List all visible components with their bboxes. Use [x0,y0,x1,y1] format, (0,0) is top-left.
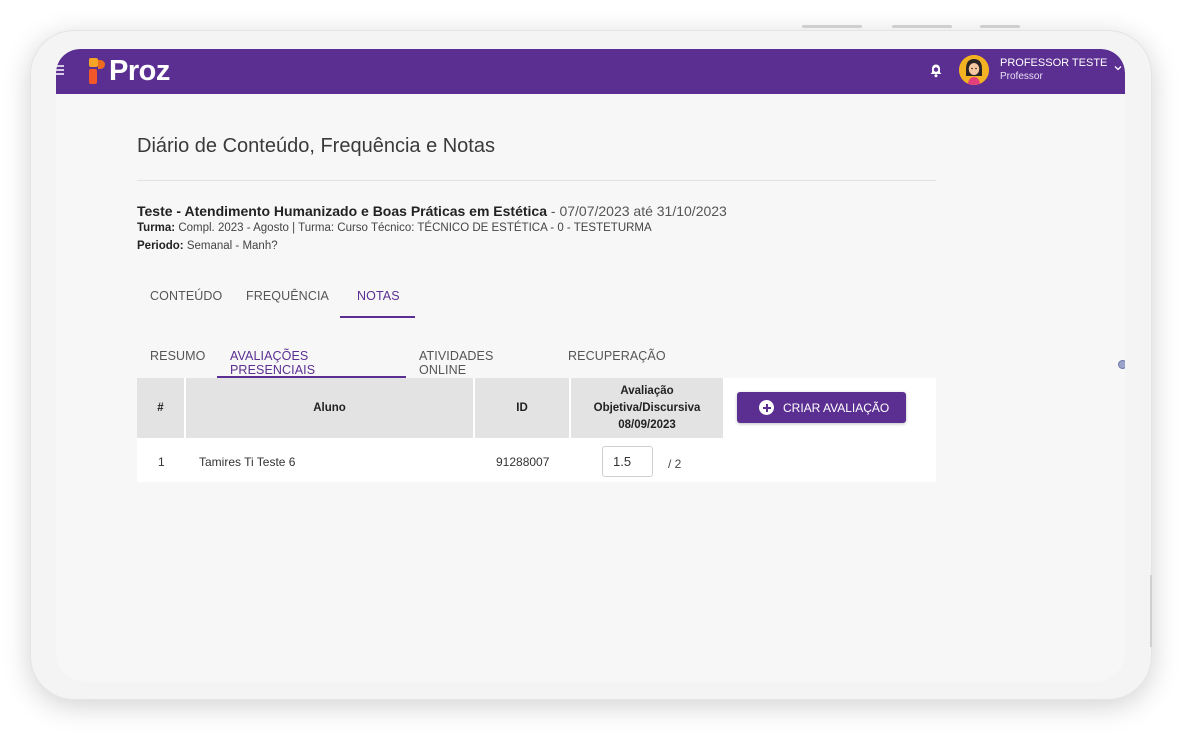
create-evaluation-button[interactable]: CRIAR AVALIAÇÃO [737,392,906,423]
brand-name: Proz [109,54,170,87]
tab-atividades-online[interactable]: ATIVIDADES ONLINE [406,341,555,378]
turma-label: Turma: [137,222,176,234]
bell-icon[interactable] [929,63,943,78]
tab-resumo[interactable]: RESUMO [137,341,217,378]
column-header-aluno: Aluno [186,378,475,438]
logo-mark-icon [89,58,105,84]
row-aluno: Tamires Ti Teste 6 [199,455,296,469]
avaliacao-type: Objetiva/Discursiva [593,401,701,414]
course-title: Teste - Atendimento Humanizado e Boas Pr… [137,203,727,219]
user-avatar-icon [959,55,989,85]
user-name: PROFESSOR TESTE [1000,57,1108,69]
avatar[interactable] [959,55,989,85]
turma-info: Turma: Compl. 2023 - Agosto | Turma: Cur… [137,222,652,234]
row-id: 91288007 [496,455,550,469]
tab-notas[interactable]: NOTAS [340,281,415,318]
turma-value: Compl. 2023 - Agosto | Turma: Curso Técn… [178,222,652,234]
column-header-avaliacao: Avaliação Objetiva/Discursiva 08/09/2023 [571,378,723,438]
periodo-value: Semanal - Manh? [186,240,278,252]
table-row: 1 Tamires Ti Teste 6 91288007 1.5 / 2 [137,438,936,482]
plus-circle-icon [759,400,774,415]
menu-icon[interactable] [56,65,64,75]
avaliacao-date: 08/09/2023 [618,418,676,431]
main-tabs: CONTEÚDO FREQUÊNCIA NOTAS [137,281,415,318]
user-role: Professor [1000,71,1043,82]
create-evaluation-label: CRIAR AVALIAÇÃO [783,400,890,415]
decorative-line [802,25,862,28]
scroll-indicator[interactable] [1118,360,1125,369]
periodo-label: Periodo: [137,240,184,252]
user-menu[interactable]: PROFESSOR TESTE Professor [1000,56,1107,84]
proz-logo[interactable]: Proz [89,53,170,89]
column-header-id: ID [475,378,571,438]
page-title: Diário de Conteúdo, Frequência e Notas [137,135,495,157]
tab-frequencia[interactable]: FREQUÊNCIA [233,281,340,318]
decorative-line [892,25,952,28]
course-dates: - 07/07/2023 até 31/10/2023 [547,203,727,219]
decorative-line [980,25,1020,28]
tab-avaliacoes-presenciais[interactable]: AVALIAÇÕES PRESENCIAIS [217,341,406,378]
row-num: 1 [158,455,165,469]
tab-recuperacao[interactable]: RECUPERAÇÃO [555,341,675,378]
sub-tabs: RESUMO AVALIAÇÕES PRESENCIAIS ATIVIDADES… [137,341,675,378]
scrollbar[interactable] [1150,575,1152,647]
app-header: Proz PROFESSOR TESTE Professor [56,49,1125,94]
course-name: Teste - Atendimento Humanizado e Boas Pr… [137,203,548,219]
grade-max: / 2 [668,457,682,471]
column-header-num: # [137,378,186,438]
grades-table: # Aluno ID Avaliação Objetiva/Discursiva… [137,378,936,482]
divider [137,180,936,181]
table-header: # Aluno ID Avaliação Objetiva/Discursiva… [137,378,723,438]
app-screen: Proz PROFESSOR TESTE Professor Diário de [56,49,1125,682]
tab-conteudo[interactable]: CONTEÚDO [137,281,233,318]
avaliacao-title: Avaliação [620,384,674,397]
grade-input[interactable]: 1.5 [602,446,653,477]
chevron-down-icon[interactable] [1114,64,1122,72]
periodo-info: Periodo: Semanal - Manh? [137,240,278,252]
